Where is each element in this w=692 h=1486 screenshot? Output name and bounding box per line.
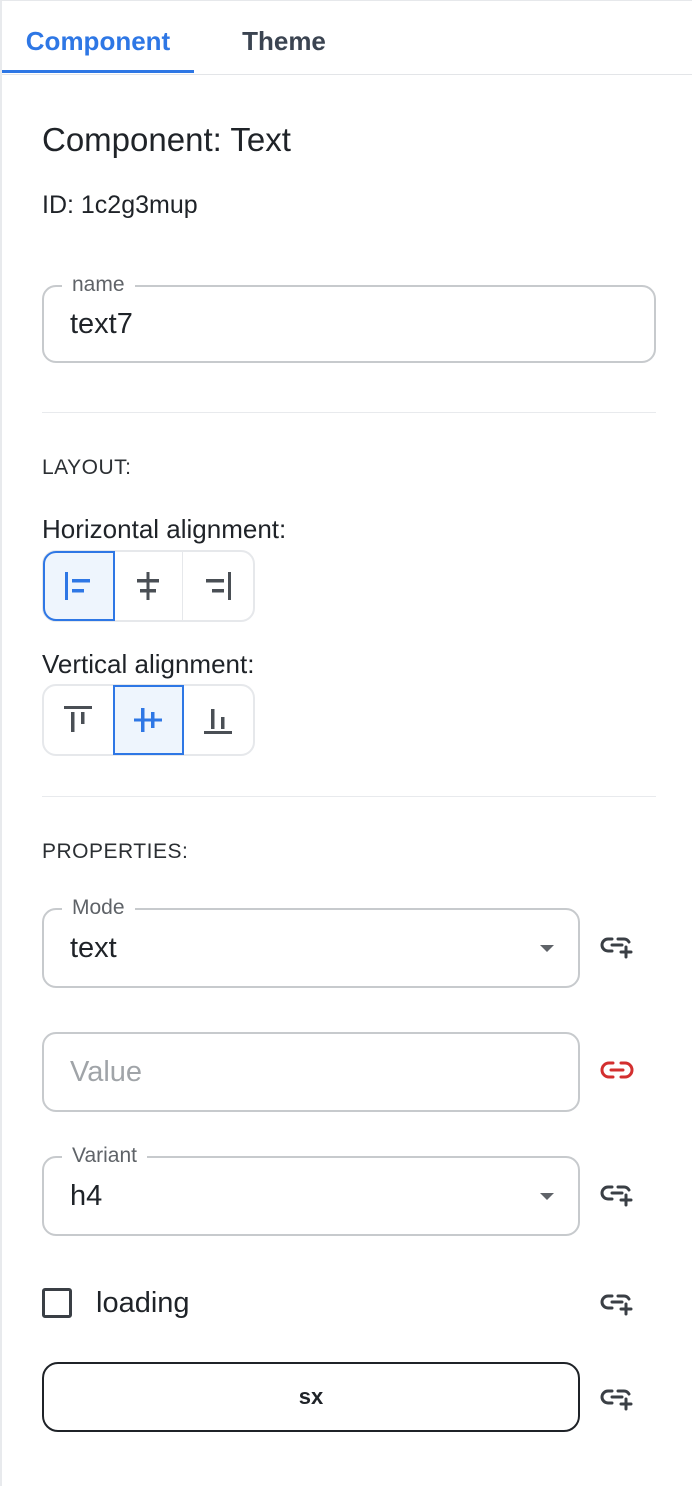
mode-select[interactable]: Mode text [42,895,580,988]
align-top-button[interactable] [44,686,114,754]
name-field[interactable]: name text7 [42,272,656,363]
align-center-horizontal-icon [137,572,159,600]
align-right-icon [206,572,232,600]
add-link-button[interactable] [598,927,636,965]
value-field[interactable]: Value [42,1032,580,1112]
properties-section-label: PROPERTIES: [42,840,189,863]
horizontal-alignment-group [42,550,255,622]
align-center-horizontal-button[interactable] [114,552,184,620]
add-link-icon [600,1185,633,1207]
layout-section-label: LAYOUT: [42,456,132,479]
add-link-button[interactable] [598,1175,636,1213]
sx-button[interactable]: sx [42,1362,580,1432]
divider [42,796,656,797]
loading-checkbox-label[interactable]: loading [96,1287,190,1320]
align-right-button[interactable] [183,552,253,620]
align-bottom-icon [204,709,233,734]
vertical-alignment-label: Vertical alignment: [42,649,255,679]
value-field-placeholder: Value [70,1055,143,1088]
align-center-vertical-icon [134,708,162,732]
name-field-value[interactable]: text7 [70,287,133,361]
vertical-alignment-group [42,684,255,756]
component-title: Component: Text [42,121,291,158]
loading-checkbox-row: loading [42,1283,190,1323]
align-bottom-button[interactable] [183,686,253,754]
dropdown-arrow-icon [540,1193,554,1200]
link-icon [600,1061,634,1079]
horizontal-alignment-label: Horizontal alignment: [42,514,287,544]
align-left-button[interactable] [43,551,115,621]
tab-component[interactable]: Component [2,1,194,74]
dropdown-arrow-icon [540,945,554,952]
add-link-icon [600,937,633,959]
tab-bar: Component Theme [2,1,692,75]
align-left-icon [65,572,91,600]
loading-checkbox[interactable] [42,1288,72,1318]
add-link-button[interactable] [598,1284,636,1322]
variant-select-value: h4 [70,1179,103,1212]
variant-select[interactable]: Variant h4 [42,1143,580,1236]
divider [42,412,656,413]
mode-select-value: text [70,931,117,964]
add-link-icon [600,1389,633,1411]
add-link-button[interactable] [598,1379,636,1417]
component-id: ID: 1c2g3mup [42,191,198,219]
tab-theme[interactable]: Theme [214,1,354,74]
link-button-active[interactable] [598,1051,636,1089]
align-top-icon [64,706,93,732]
add-link-icon [600,1294,633,1316]
align-center-vertical-button[interactable] [112,685,185,755]
active-tab-indicator [2,70,194,73]
component-inspector-panel: Component Theme Component: Text ID: 1c2g… [0,0,692,1486]
